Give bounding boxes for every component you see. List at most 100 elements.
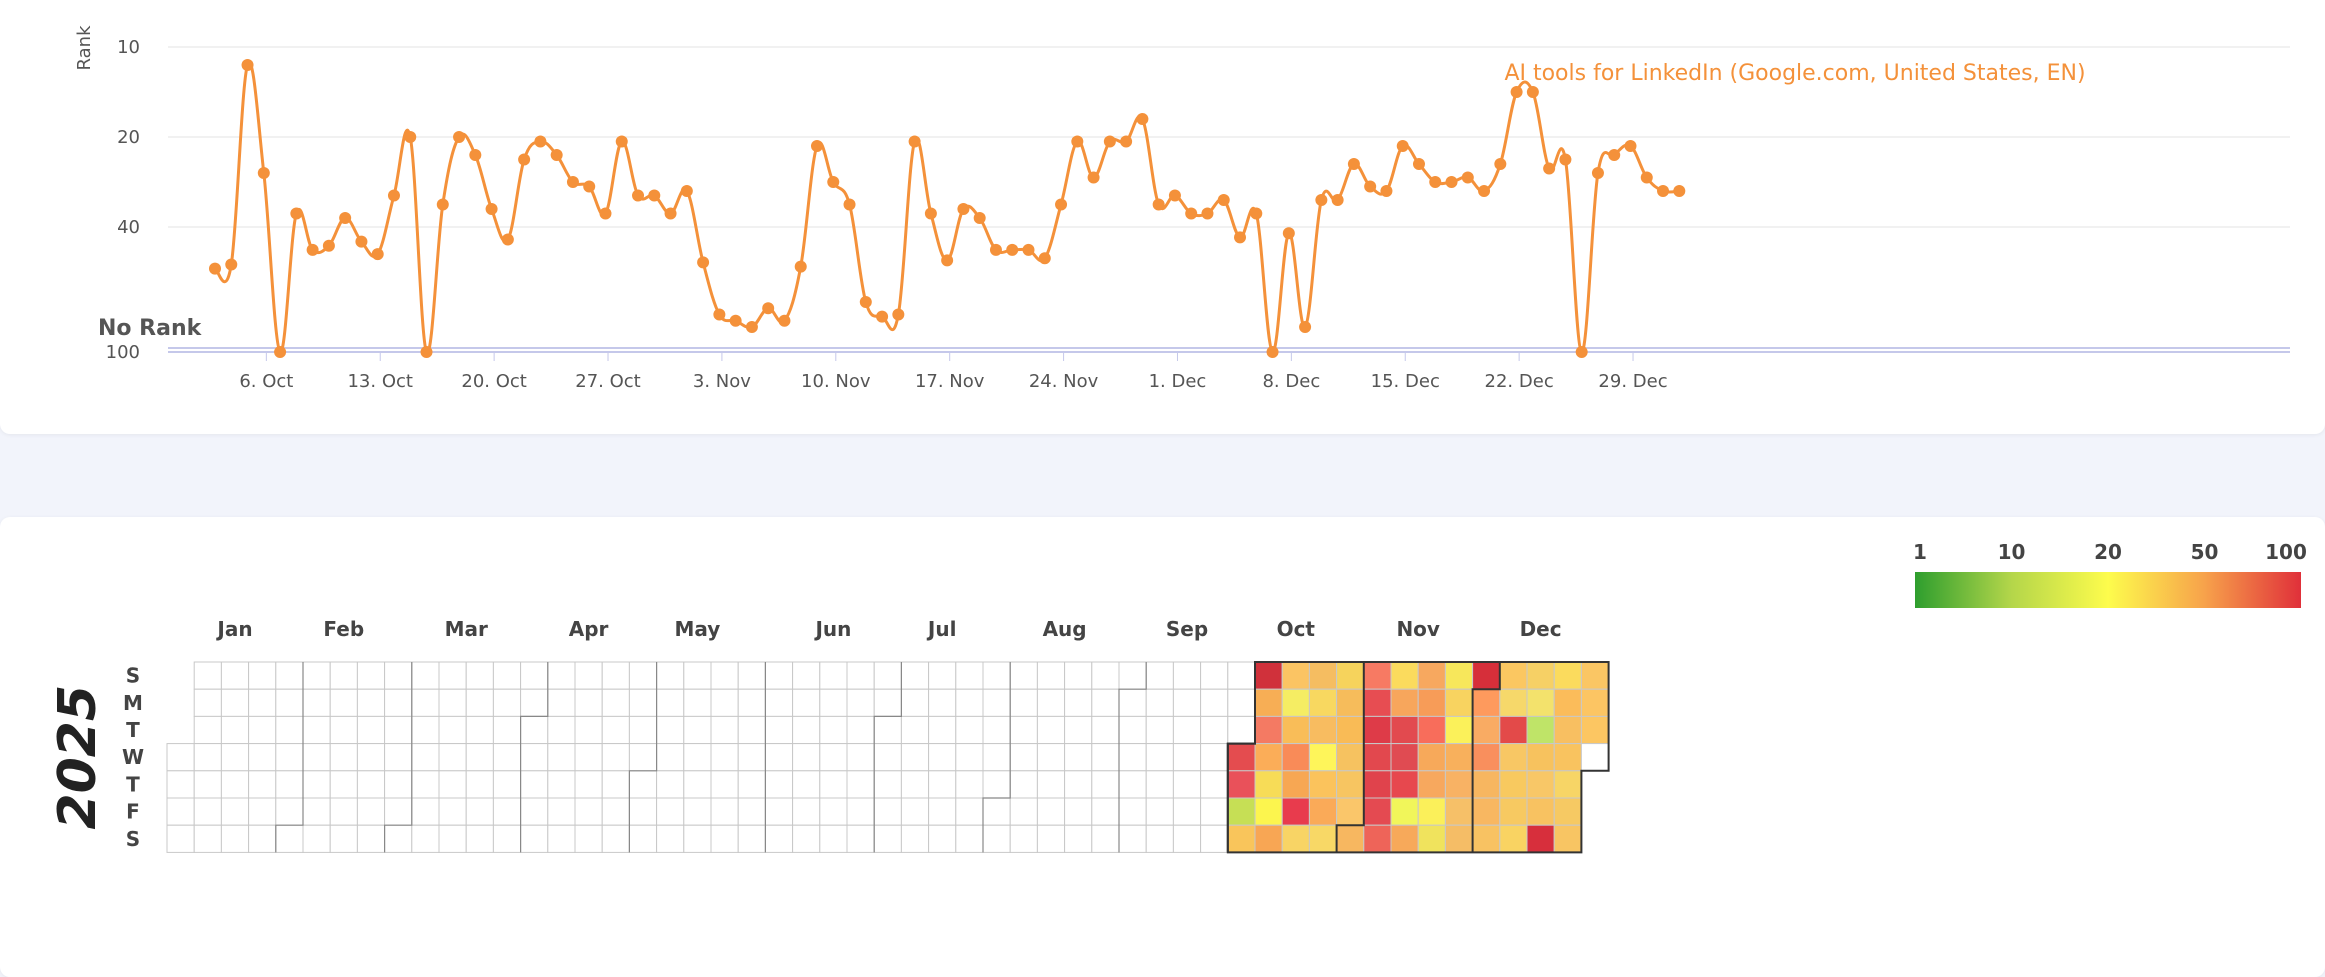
- heatmap-cell[interactable]: [220, 743, 250, 772]
- heatmap-cell[interactable]: [1363, 715, 1392, 745]
- heatmap-cell[interactable]: [819, 770, 848, 799]
- data-point[interactable]: [501, 233, 514, 246]
- heatmap-cell[interactable]: [166, 770, 195, 799]
- data-point[interactable]: [1234, 231, 1247, 244]
- data-point[interactable]: [843, 198, 856, 211]
- heatmap-cell[interactable]: [1281, 661, 1310, 690]
- heatmap-cell[interactable]: [302, 688, 331, 717]
- heatmap-cell[interactable]: [1064, 743, 1093, 772]
- heatmap-cell[interactable]: [628, 688, 658, 717]
- heatmap-cell[interactable]: [873, 797, 902, 826]
- heatmap-cell[interactable]: [411, 797, 440, 826]
- heatmap-cell[interactable]: [656, 661, 685, 690]
- heatmap-cell[interactable]: [683, 688, 712, 717]
- heatmap-cell[interactable]: [1036, 824, 1066, 853]
- heatmap-cell[interactable]: [1091, 797, 1120, 826]
- heatmap-cell[interactable]: [982, 688, 1011, 717]
- heatmap-cell[interactable]: [792, 770, 821, 799]
- data-point[interactable]: [778, 314, 791, 327]
- heatmap-cell[interactable]: [1444, 797, 1474, 826]
- heatmap-cell[interactable]: [683, 770, 712, 799]
- heatmap-cell[interactable]: [329, 743, 358, 772]
- data-point[interactable]: [908, 135, 921, 148]
- heatmap-cell[interactable]: [302, 824, 331, 853]
- heatmap-cell[interactable]: [1363, 743, 1392, 772]
- heatmap-cell[interactable]: [900, 770, 930, 799]
- heatmap-cell[interactable]: [220, 824, 250, 853]
- heatmap-cell[interactable]: [846, 715, 875, 745]
- heatmap-cell[interactable]: [1499, 715, 1528, 745]
- data-point[interactable]: [1673, 185, 1686, 197]
- heatmap-cell[interactable]: [1064, 688, 1093, 717]
- heatmap-cell[interactable]: [928, 661, 957, 690]
- heatmap-cell[interactable]: [1472, 715, 1501, 745]
- data-point[interactable]: [794, 260, 807, 273]
- heatmap-cell[interactable]: [873, 770, 902, 799]
- data-point[interactable]: [1478, 185, 1491, 197]
- heatmap-cell[interactable]: [900, 797, 930, 826]
- heatmap-cell[interactable]: [1200, 770, 1229, 799]
- heatmap-cell[interactable]: [193, 661, 222, 690]
- data-point[interactable]: [1461, 171, 1474, 184]
- heatmap-cell[interactable]: [1227, 688, 1256, 717]
- data-point[interactable]: [1347, 158, 1360, 170]
- heatmap-cell[interactable]: [737, 770, 766, 799]
- heatmap-cell[interactable]: [438, 661, 467, 690]
- heatmap-cell[interactable]: [873, 824, 902, 853]
- heatmap-cell[interactable]: [574, 770, 603, 799]
- heatmap-cell[interactable]: [1580, 743, 1610, 772]
- data-point[interactable]: [1217, 194, 1230, 206]
- data-point[interactable]: [1591, 167, 1604, 179]
- heatmap-cell[interactable]: [520, 743, 549, 772]
- heatmap-cell[interactable]: [1172, 824, 1202, 853]
- heatmap-cell[interactable]: [1444, 715, 1474, 745]
- heatmap-cell[interactable]: [601, 715, 630, 745]
- heatmap-cell[interactable]: [1118, 797, 1147, 826]
- heatmap-cell[interactable]: [574, 661, 603, 690]
- heatmap-cell[interactable]: [1091, 688, 1120, 717]
- data-point[interactable]: [1185, 207, 1198, 220]
- heatmap-cell[interactable]: [846, 770, 875, 799]
- heatmap-cell[interactable]: [384, 824, 413, 853]
- data-point[interactable]: [632, 189, 645, 202]
- heatmap-cell[interactable]: [1036, 688, 1066, 717]
- data-point[interactable]: [1087, 171, 1100, 184]
- heatmap-cell[interactable]: [1281, 715, 1310, 745]
- heatmap-cell[interactable]: [547, 688, 576, 717]
- data-point[interactable]: [306, 243, 319, 256]
- heatmap-cell[interactable]: [1553, 770, 1582, 799]
- heatmap-cell[interactable]: [982, 824, 1011, 853]
- data-point[interactable]: [355, 235, 368, 248]
- heatmap-cell[interactable]: [628, 824, 658, 853]
- data-point[interactable]: [225, 258, 238, 271]
- heatmap-cell[interactable]: [166, 797, 195, 826]
- heatmap-cell[interactable]: [1417, 715, 1446, 745]
- heatmap-cell[interactable]: [1254, 797, 1283, 826]
- heatmap-cell[interactable]: [220, 715, 250, 745]
- heatmap-cell[interactable]: [329, 688, 358, 717]
- heatmap-cell[interactable]: [1145, 797, 1174, 826]
- data-point[interactable]: [1624, 140, 1637, 152]
- heatmap-cell[interactable]: [1064, 715, 1093, 745]
- heatmap-cell[interactable]: [193, 743, 222, 772]
- heatmap-cell[interactable]: [955, 770, 984, 799]
- heatmap-cell[interactable]: [1281, 797, 1310, 826]
- heatmap-cell[interactable]: [1580, 661, 1610, 690]
- heatmap-cell[interactable]: [1200, 797, 1229, 826]
- heatmap-cell[interactable]: [1172, 797, 1202, 826]
- heatmap-cell[interactable]: [1200, 743, 1229, 772]
- heatmap-cell[interactable]: [356, 824, 386, 853]
- heatmap-cell[interactable]: [846, 743, 875, 772]
- heatmap-cell[interactable]: [166, 743, 195, 772]
- data-point[interactable]: [827, 176, 840, 188]
- data-point[interactable]: [1055, 198, 1068, 211]
- heatmap-cell[interactable]: [737, 824, 766, 853]
- heatmap-cell[interactable]: [1009, 688, 1038, 717]
- data-point[interactable]: [550, 149, 563, 161]
- heatmap-cell[interactable]: [1281, 743, 1310, 772]
- data-point[interactable]: [745, 321, 758, 333]
- heatmap-cell[interactable]: [411, 824, 440, 853]
- heatmap-cell[interactable]: [356, 688, 386, 717]
- data-point[interactable]: [1510, 86, 1523, 98]
- heatmap-cell[interactable]: [220, 797, 250, 826]
